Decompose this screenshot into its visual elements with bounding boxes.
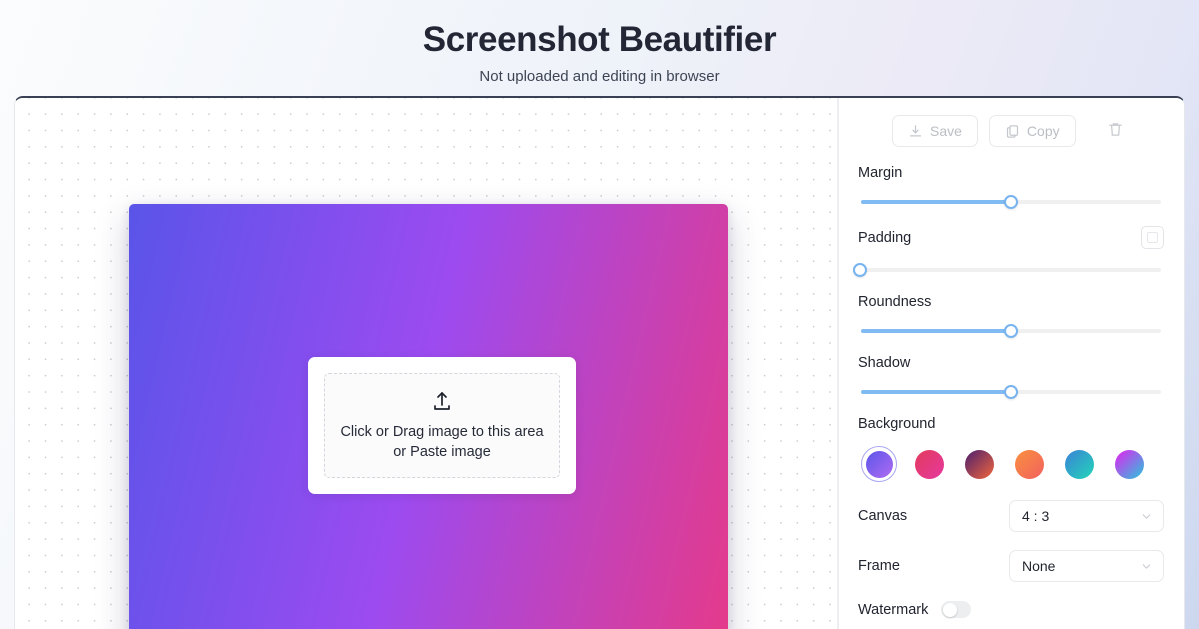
app-container: Click or Drag image to this area or Past… (14, 96, 1185, 629)
padding-slider-thumb[interactable] (853, 263, 867, 277)
margin-label: Margin (858, 165, 1164, 181)
copy-button[interactable]: Copy (989, 115, 1076, 147)
roundness-slider-fill (861, 329, 1014, 333)
swatch-gradient (1015, 450, 1044, 479)
dropzone-text: Click or Drag image to this area or Past… (340, 422, 545, 462)
swatch-gradient (915, 450, 944, 479)
background-swatch-plum-orange[interactable] (961, 446, 997, 482)
canvas-ratio-select[interactable]: 4 : 3 (1009, 500, 1164, 532)
shadow-slider-fill (861, 390, 1014, 394)
swatch-gradient (965, 450, 994, 479)
watermark-row: Watermark (858, 601, 1164, 618)
canvas-ratio-value: 4 : 3 (1022, 508, 1049, 524)
page-header: Screenshot Beautifier Not uploaded and e… (0, 0, 1199, 96)
background-label: Background (858, 416, 1164, 432)
padding-label: Padding (858, 230, 911, 246)
page-title: Screenshot Beautifier (0, 17, 1199, 63)
padding-slider[interactable] (858, 263, 1164, 277)
page-subtitle: Not uploaded and editing in browser (0, 67, 1199, 87)
background-swatch-blue-violet[interactable] (861, 446, 897, 482)
margin-slider-fill (861, 200, 1014, 204)
copy-label: Copy (1027, 123, 1060, 139)
settings-panel: Save Copy (839, 98, 1184, 629)
background-swatch-magenta-cyan[interactable] (1111, 446, 1147, 482)
frame-value: None (1022, 558, 1055, 574)
canvas-divider (837, 98, 838, 629)
canvas-preview-area[interactable]: Click or Drag image to this area or Past… (15, 98, 839, 629)
shadow-slider-thumb[interactable] (1004, 385, 1018, 399)
download-icon (908, 124, 923, 139)
margin-slider-thumb[interactable] (1004, 195, 1018, 209)
trash-icon (1107, 121, 1124, 141)
padding-slider-track[interactable] (861, 268, 1161, 272)
upload-icon (430, 389, 454, 413)
dropzone-drop-target[interactable]: Click or Drag image to this area or Past… (324, 373, 560, 478)
frame-label: Frame (858, 558, 900, 574)
shadow-slider[interactable] (858, 385, 1164, 399)
roundness-slider[interactable] (858, 324, 1164, 338)
padding-row: Padding (858, 226, 1164, 249)
square-icon (1147, 232, 1158, 243)
roundness-label: Roundness (858, 294, 1164, 310)
watermark-toggle-knob (943, 603, 957, 617)
watermark-toggle[interactable] (941, 601, 971, 618)
swatch-gradient (866, 451, 893, 478)
background-swatch-orange-salmon[interactable] (1011, 446, 1047, 482)
save-label: Save (930, 123, 962, 139)
image-canvas[interactable]: Click or Drag image to this area or Past… (129, 204, 728, 629)
background-swatch-crimson-pink[interactable] (911, 446, 947, 482)
swatch-gradient (1065, 450, 1094, 479)
copy-icon (1005, 124, 1020, 139)
roundness-slider-thumb[interactable] (1004, 324, 1018, 338)
background-swatch-list (858, 446, 1164, 482)
padding-square-button[interactable] (1141, 226, 1164, 249)
watermark-label: Watermark (858, 602, 928, 618)
delete-button[interactable] (1101, 116, 1131, 146)
dropzone-card[interactable]: Click or Drag image to this area or Past… (308, 357, 576, 494)
frame-row: Frame None (858, 550, 1164, 582)
chevron-down-icon (1140, 510, 1153, 523)
save-button[interactable]: Save (892, 115, 978, 147)
frame-select[interactable]: None (1009, 550, 1164, 582)
toolbar: Save Copy (858, 114, 1164, 148)
margin-slider[interactable] (858, 195, 1164, 209)
swatch-gradient (1115, 450, 1144, 479)
shadow-label: Shadow (858, 355, 1164, 371)
canvas-ratio-row: Canvas 4 : 3 (858, 500, 1164, 532)
background-swatch-blue-teal[interactable] (1061, 446, 1097, 482)
chevron-down-icon (1140, 560, 1153, 573)
canvas-ratio-label: Canvas (858, 508, 907, 524)
